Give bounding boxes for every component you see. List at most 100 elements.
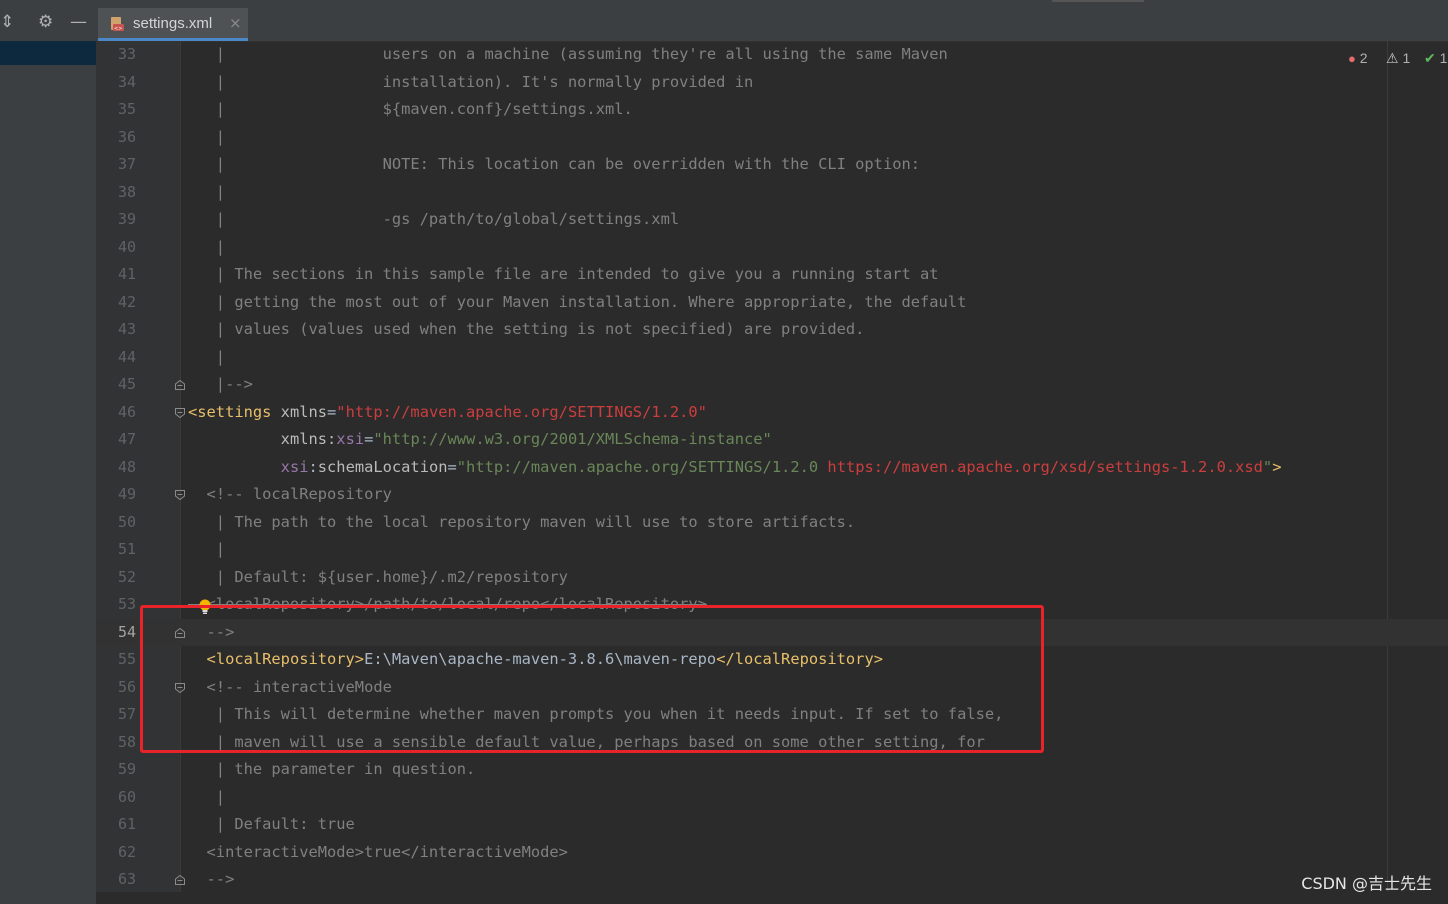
code-line[interactable]: 44 |	[96, 344, 1448, 372]
code-text[interactable]: |	[188, 124, 225, 152]
annotation-highlight-box	[140, 605, 1044, 753]
code-line[interactable]: 63 -->	[96, 866, 1448, 894]
code-text[interactable]: | The path to the local repository maven…	[188, 509, 855, 537]
code-text[interactable]: <settings xmlns="http://maven.apache.org…	[188, 399, 707, 427]
code-line[interactable]: 39 | -gs /path/to/global/settings.xml	[96, 206, 1448, 234]
error-icon: ●	[1348, 51, 1356, 66]
inspection-widget[interactable]: ● 2 ⚠ 1 ✔ 1	[1348, 48, 1448, 68]
project-toolbar: ⇕ ⚙ —	[0, 6, 96, 40]
top-strip	[96, 0, 1448, 6]
code-line[interactable]: 46 <settings xmlns="http://maven.apache.o…	[96, 399, 1448, 427]
line-number: 55	[117, 650, 136, 668]
line-number: 60	[117, 787, 136, 806]
code-line[interactable]: 60 |	[96, 784, 1448, 812]
fold-marker-icon[interactable]	[174, 379, 186, 391]
code-text[interactable]: | The sections in this sample file are i…	[188, 261, 939, 289]
line-number: 50	[117, 512, 136, 531]
code-text[interactable]: | values (values used when the setting i…	[188, 316, 865, 344]
code-text[interactable]: xmlns:xsi="http://www.w3.org/2001/XMLSch…	[188, 426, 772, 454]
tab-settings-xml[interactable]: <> settings.xml ×	[98, 8, 248, 41]
code-line[interactable]: 49 <!-- localRepository	[96, 481, 1448, 509]
code-line[interactable]: 51 |	[96, 536, 1448, 564]
code-text[interactable]: | ${maven.conf}/settings.xml.	[188, 96, 633, 124]
code-line[interactable]: 35 | ${maven.conf}/settings.xml.	[96, 96, 1448, 124]
line-number: 49	[117, 485, 136, 503]
line-number: 40	[117, 237, 136, 256]
code-text[interactable]: |-->	[188, 371, 253, 399]
fold-marker-icon[interactable]	[174, 407, 186, 419]
code-line[interactable]: 45 |-->	[96, 371, 1448, 399]
error-count: 2	[1359, 50, 1368, 66]
selected-tree-row[interactable]	[0, 41, 96, 65]
code-text[interactable]: <interactiveMode>true</interactiveMode>	[188, 839, 568, 867]
code-line[interactable]: 34 | installation). It's normally provid…	[96, 69, 1448, 97]
code-text[interactable]: | Default: true	[188, 811, 355, 839]
code-text[interactable]: |	[188, 179, 225, 207]
code-text[interactable]: | users on a machine (assuming they're a…	[188, 41, 948, 69]
code-line[interactable]: 61 | Default: true	[96, 811, 1448, 839]
check-icon: ✔	[1424, 50, 1436, 66]
code-text[interactable]: |	[188, 536, 225, 564]
line-number: 54	[117, 622, 136, 641]
gear-icon[interactable]: ⚙	[38, 14, 53, 31]
code-line[interactable]: 38 |	[96, 179, 1448, 207]
code-line[interactable]: 47 xmlns:xsi="http://www.w3.org/2001/XML…	[96, 426, 1448, 454]
collapse-all-icon[interactable]: ⇕	[0, 14, 14, 31]
line-number: 57	[117, 705, 136, 723]
line-number: 63	[117, 870, 136, 888]
line-number: 52	[117, 567, 136, 586]
code-line[interactable]: 43 | values (values used when the settin…	[96, 316, 1448, 344]
inspection-errors[interactable]: ● 2	[1348, 50, 1368, 66]
code-line[interactable]: 48 xsi:schemaLocation="http://maven.apac…	[96, 454, 1448, 482]
code-line[interactable]: 42 | getting the most out of your Maven …	[96, 289, 1448, 317]
warning-count: 1	[1402, 50, 1411, 66]
code-line[interactable]: 41 | The sections in this sample file ar…	[96, 261, 1448, 289]
line-number: 61	[117, 815, 136, 833]
line-number: 45	[117, 375, 136, 393]
code-line[interactable]: 50 | The path to the local repository ma…	[96, 509, 1448, 537]
tab-label: settings.xml	[133, 15, 213, 32]
close-icon[interactable]: ×	[229, 14, 242, 32]
code-line[interactable]: 33 | users on a machine (assuming they'r…	[96, 41, 1448, 69]
top-strip-segment	[1052, 0, 1144, 2]
code-line[interactable]: 59 | the parameter in question.	[96, 756, 1448, 784]
code-text[interactable]: | the parameter in question.	[188, 756, 475, 784]
line-number: 59	[117, 760, 136, 778]
fold-marker-icon[interactable]	[174, 627, 186, 639]
fold-marker-icon[interactable]	[174, 682, 186, 694]
code-text[interactable]: <!-- localRepository	[188, 481, 392, 509]
ok-count: 1	[1439, 50, 1448, 66]
fold-marker-icon[interactable]	[174, 489, 186, 501]
inspection-ok[interactable]: ✔ 1	[1424, 50, 1447, 67]
svg-text:<>: <>	[114, 26, 122, 32]
code-text[interactable]: |	[188, 784, 225, 812]
line-number: 33	[117, 45, 136, 63]
code-text[interactable]: -->	[188, 866, 235, 894]
code-line[interactable]: 36 |	[96, 124, 1448, 152]
minimize-icon[interactable]: —	[70, 14, 87, 31]
line-number: 43	[117, 320, 136, 338]
code-text[interactable]: | getting the most out of your Maven ins…	[188, 289, 967, 317]
code-line[interactable]: 62 <interactiveMode>true</interactiveMod…	[96, 839, 1448, 867]
line-number: 37	[117, 155, 136, 173]
inspection-warnings[interactable]: ⚠ 1	[1386, 50, 1410, 67]
editor-tab-bar: <> settings.xml ×	[96, 0, 1448, 42]
code-text[interactable]: | Default: ${user.home}/.m2/repository	[188, 564, 568, 592]
line-number: 56	[117, 677, 136, 696]
line-number: 46	[117, 402, 136, 421]
code-text[interactable]: | installation). It's normally provided …	[188, 69, 753, 97]
line-number: 48	[117, 457, 136, 476]
fold-marker-icon[interactable]	[174, 874, 186, 886]
code-line[interactable]: 37 | NOTE: This location can be overridd…	[96, 151, 1448, 179]
code-line[interactable]: 40 |	[96, 234, 1448, 262]
code-text[interactable]: |	[188, 234, 225, 262]
code-text[interactable]: |	[188, 344, 225, 372]
code-text[interactable]: | -gs /path/to/global/settings.xml	[188, 206, 679, 234]
code-text[interactable]: | NOTE: This location can be overridden …	[188, 151, 920, 179]
line-number: 41	[117, 265, 136, 283]
line-number: 51	[117, 540, 136, 558]
code-text[interactable]: xsi:schemaLocation="http://maven.apache.…	[188, 454, 1282, 482]
watermark: CSDN @吉士先生	[1301, 874, 1432, 893]
code-line[interactable]: 52 | Default: ${user.home}/.m2/repositor…	[96, 564, 1448, 592]
editor-bottom-edge	[96, 892, 1448, 904]
